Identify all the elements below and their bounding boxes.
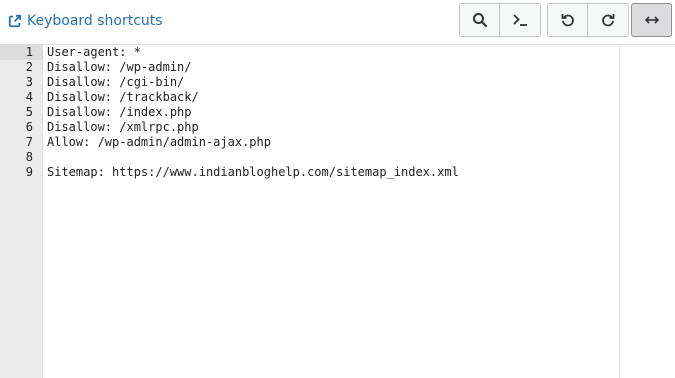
line-number: 6	[25, 120, 33, 134]
line-number: 3	[25, 75, 33, 89]
code-editor[interactable]: 1 2 3 4 5 6 7 8 9 User-agent: * Disallow…	[0, 44, 675, 378]
line-number: 1	[0, 45, 42, 60]
undo-icon	[561, 14, 574, 27]
wrap-toggle-button[interactable]	[631, 3, 672, 37]
line-number: 9	[25, 165, 33, 179]
terminal-icon	[513, 14, 527, 26]
line-number: 8	[25, 150, 33, 164]
horizontal-arrows-icon	[644, 16, 659, 24]
redo-icon	[602, 14, 615, 27]
code-line[interactable]: Allow: /wp-admin/admin-ajax.php	[47, 135, 271, 150]
code-line[interactable]: User-agent: *	[47, 45, 141, 60]
line-number: 4	[25, 90, 33, 104]
external-link-icon	[8, 14, 22, 28]
code-line[interactable]: Disallow: /index.php	[47, 105, 192, 120]
line-number: 2	[25, 60, 33, 74]
line-number: 7	[25, 135, 33, 149]
code-line[interactable]: Disallow: /wp-admin/	[47, 60, 192, 75]
code-line[interactable]: Disallow: /cgi-bin/	[47, 75, 184, 90]
editor-toolbar: Keyboard shortcuts	[0, 0, 675, 44]
redo-button[interactable]	[588, 3, 629, 37]
history-group	[547, 3, 629, 37]
search-console-group	[459, 3, 541, 37]
print-margin-line	[619, 45, 620, 378]
undo-button[interactable]	[547, 3, 588, 37]
search-button[interactable]	[459, 3, 500, 37]
search-icon	[472, 13, 487, 28]
line-number: 5	[25, 105, 33, 119]
code-line[interactable]: Disallow: /xmlrpc.php	[47, 120, 199, 135]
keyboard-shortcuts-label: Keyboard shortcuts	[27, 13, 163, 29]
keyboard-shortcuts-link[interactable]: Keyboard shortcuts	[8, 11, 163, 31]
code-line[interactable]: Sitemap: https://www.indianbloghelp.com/…	[47, 165, 459, 180]
code-line[interactable]: Disallow: /trackback/	[47, 90, 199, 105]
line-number-gutter: 1 2 3 4 5 6 7 8 9	[0, 45, 43, 378]
wrap-group	[631, 3, 672, 37]
console-button[interactable]	[500, 3, 541, 37]
